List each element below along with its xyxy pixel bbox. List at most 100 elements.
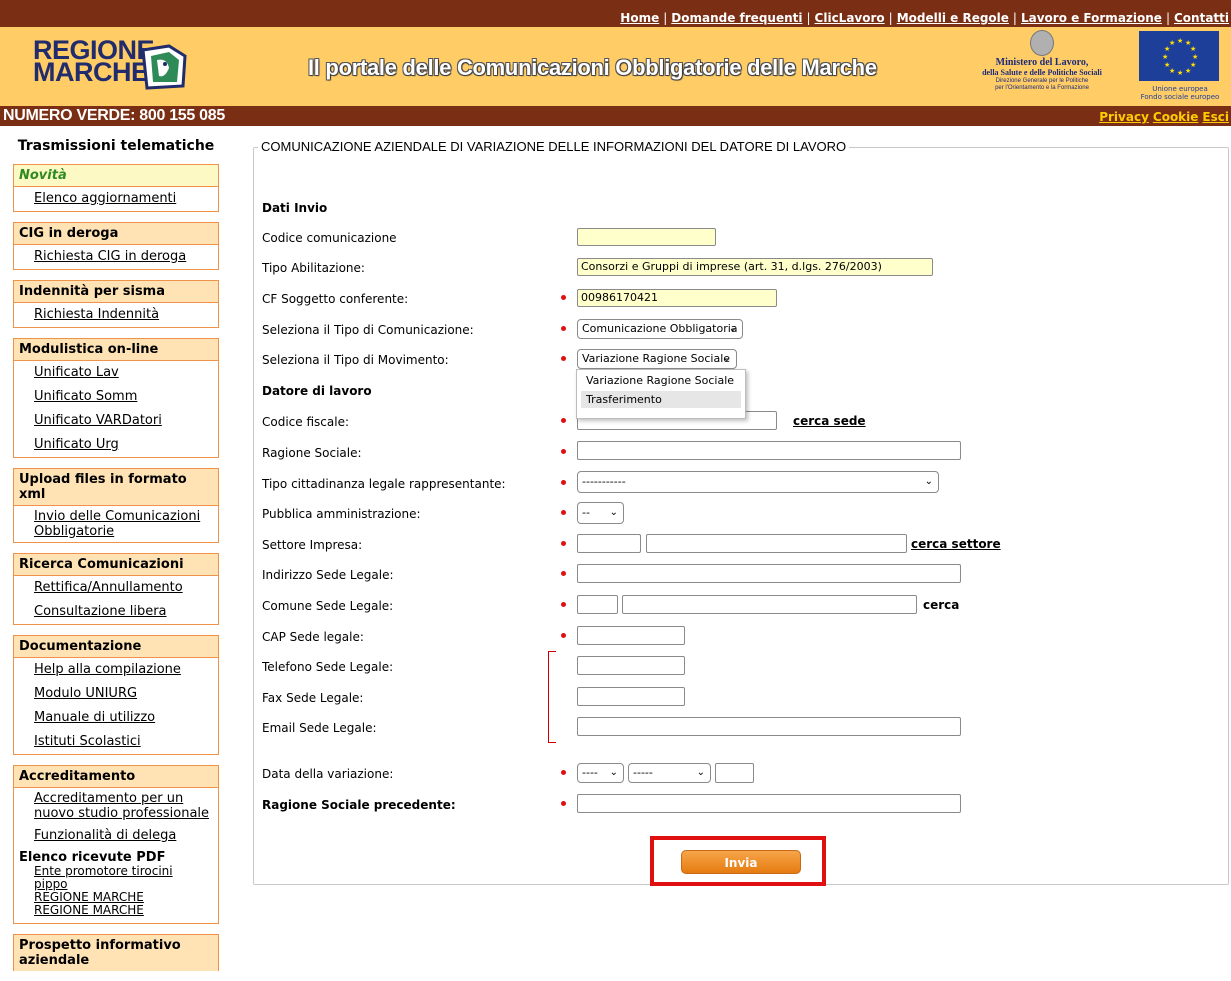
sidebar-section-prospetto: Prospetto informativo aziendale [13, 934, 219, 971]
sidebar-title-upload: Upload files in formato xml [14, 469, 218, 506]
ragione-sociale-input[interactable] [577, 441, 961, 460]
ministero-line-2: della Salute e delle Politiche Sociali [982, 68, 1102, 77]
label-ragione-sociale: Ragione Sociale: [262, 446, 362, 460]
label-cf-soggetto: CF Soggetto conferente: [262, 292, 409, 306]
tipo-movimento-select[interactable]: Variazione Ragione Sociale ⌄ [577, 349, 737, 369]
label-tipo-comunicazione: Seleziona il Tipo di Comunicazione: [262, 323, 474, 337]
label-pubblica-amministrazione: Pubblica amministrazione: [262, 507, 421, 521]
chevron-down-icon: ⌄ [609, 767, 618, 778]
fax-sede-input[interactable] [577, 687, 685, 706]
esci-link[interactable]: Esci [1202, 110, 1229, 124]
settore-descrizione-input[interactable] [646, 534, 907, 553]
eu-flag-icon: ★ ★★★ ★★★★ ★★★★ [1139, 31, 1219, 81]
svg-text:★: ★ [1177, 69, 1183, 77]
cliclavoro-link[interactable]: ClicLavoro [815, 11, 885, 25]
sidebar-section-sisma: Indennità per sisma Richiesta Indennità [13, 280, 219, 328]
tipo-cittadinanza-select[interactable]: ----------- ⌄ [577, 471, 939, 493]
sidebar-item-modulo-uniurg[interactable]: Modulo UNIURG [14, 682, 218, 706]
codice-comunicazione-input[interactable] [577, 228, 716, 246]
option-trasferimento[interactable]: Trasferimento [581, 391, 741, 408]
label-telefono-sede: Telefono Sede Legale: [262, 660, 394, 674]
lavoro-formazione-link[interactable]: Lavoro e Formazione [1021, 11, 1162, 25]
option-variazione-ragione-sociale[interactable]: Variazione Ragione Sociale [581, 372, 741, 389]
indirizzo-sede-input[interactable] [577, 564, 961, 583]
section-dati-invio: Dati Invio [262, 201, 328, 215]
label-tipo-cittadinanza: Tipo cittadinanza legale rappresentante: [262, 477, 506, 491]
numero-verde: NUMERO VERDE: 800 155 085 [3, 107, 225, 124]
svg-text:★: ★ [1162, 53, 1168, 61]
svg-text:★: ★ [1192, 53, 1198, 61]
modelli-regole-link[interactable]: Modelli e Regole [897, 11, 1009, 25]
label-codice-comunicazione: Codice comunicazione [262, 231, 397, 245]
data-giorno-select[interactable]: ---- ⌄ [577, 763, 624, 783]
required-dot [561, 571, 566, 576]
sidebar-section-accreditamento: Accreditamento Accreditamento per un nuo… [13, 765, 219, 924]
sidebar-item-consultazione[interactable]: Consultazione libera [14, 600, 218, 624]
eu-caption: Unione europea Fondo sociale europeo [1138, 85, 1222, 101]
svg-text:★: ★ [1177, 37, 1183, 45]
email-sede-input[interactable] [577, 717, 961, 736]
comune-nome-input[interactable] [622, 595, 917, 614]
comune-codice-input[interactable] [577, 595, 618, 614]
required-dot [561, 480, 566, 485]
sidebar-item-istituti[interactable]: Istituti Scolastici [14, 730, 218, 754]
sidebar-item-accreditamento-studio[interactable]: Accreditamento per un nuovo studio profe… [14, 788, 218, 824]
data-mese-value: ----- [633, 766, 653, 779]
cerca-sede-link[interactable]: cerca sede [793, 414, 866, 428]
cookie-link[interactable]: Cookie [1153, 110, 1199, 124]
sidebar-item-invio-comunicazioni[interactable]: Invio delle Comunicazioni Obbligatorie [14, 506, 218, 542]
sidebar-item-elenco-aggiornamenti[interactable]: Elenco aggiornamenti [14, 187, 218, 211]
sidebar-item-rettifica[interactable]: Rettifica/Annullamento [14, 576, 218, 600]
ragione-sociale-precedente-input[interactable] [577, 794, 961, 813]
required-dot [561, 602, 566, 607]
privacy-links: Privacy Cookie Esci [1095, 110, 1229, 124]
telefono-sede-input[interactable] [577, 656, 685, 675]
required-dot [561, 541, 566, 546]
sidebar-item-help[interactable]: Help alla compilazione [14, 658, 218, 682]
ministero-line-3: Direzione Generale per le Politiche [995, 78, 1089, 84]
cerca-settore-link[interactable]: cerca settore [911, 537, 1001, 551]
tipo-abilitazione-field[interactable]: Consorzi e Gruppi di imprese (art. 31, d… [577, 258, 933, 276]
ricevuta-link-regione-2[interactable]: REGIONE MARCHE [14, 904, 218, 923]
pubblica-amministrazione-select[interactable]: -- ⌄ [577, 502, 624, 524]
label-tipo-movimento: Seleziona il Tipo di Movimento: [262, 353, 449, 367]
data-anno-input[interactable] [715, 763, 754, 783]
portal-title: Il portale delle Comunicazioni Obbligato… [308, 55, 877, 80]
ministero-logo: Ministero del Lavoro, della Salute e del… [962, 30, 1122, 98]
sidebar-item-unificato-lav[interactable]: Unificato Lav [14, 361, 218, 385]
label-ragione-sociale-precedente: Ragione Sociale precedente: [262, 798, 456, 812]
required-dot [561, 510, 566, 515]
sidebar-item-richiesta-indennita[interactable]: Richiesta Indennità [14, 303, 218, 327]
svg-text:★: ★ [1169, 39, 1175, 47]
section-datore-lavoro: Datore di lavoro [262, 384, 372, 398]
faq-link[interactable]: Domande frequenti [671, 11, 802, 25]
sidebar-title-sisma: Indennità per sisma [14, 281, 218, 303]
required-dot [561, 449, 566, 454]
pubblica-amministrazione-value: -- [582, 506, 590, 519]
cf-soggetto-input[interactable]: 00986170421 [577, 289, 777, 307]
sidebar-item-funzionalita-delega[interactable]: Funzionalità di delega [14, 824, 218, 848]
eu-caption-line-1: Unione europea [1152, 85, 1208, 93]
settore-codice-input[interactable] [577, 534, 641, 553]
sidebar-section-ricerca: Ricerca Comunicazioni Rettifica/Annullam… [13, 553, 219, 625]
sidebar-title-cig: CIG in deroga [14, 223, 218, 245]
sidebar-item-unificato-urg[interactable]: Unificato Urg [14, 433, 218, 457]
top-links: Home | Domande frequenti | ClicLavoro | Modell… [620, 11, 1229, 25]
sidebar-title-accreditamento: Accreditamento [14, 766, 218, 788]
sidebar-item-unificato-somm[interactable]: Unificato Somm [14, 385, 218, 409]
label-data-variazione: Data della variazione: [262, 767, 394, 781]
required-dot [561, 356, 566, 361]
contatti-link[interactable]: Contatti [1174, 11, 1229, 25]
cap-sede-input[interactable] [577, 626, 685, 645]
contact-group-bracket [548, 651, 556, 743]
sidebar-item-manuale[interactable]: Manuale di utilizzo [14, 706, 218, 730]
privacy-link[interactable]: Privacy [1099, 110, 1149, 124]
tipo-comunicazione-select[interactable]: Comunicazione Obbligatoria ⌄ [577, 319, 743, 339]
sidebar-item-unificato-vardatori[interactable]: Unificato VARDatori [14, 409, 218, 433]
cerca-comune-label[interactable]: cerca [923, 598, 959, 612]
home-link[interactable]: Home [620, 11, 659, 25]
svg-text:★: ★ [1164, 61, 1170, 69]
data-mese-select[interactable]: ----- ⌄ [628, 763, 711, 783]
label-comune-sede: Comune Sede Legale: [262, 599, 394, 613]
sidebar-item-richiesta-cig[interactable]: Richiesta CIG in deroga [14, 245, 218, 269]
